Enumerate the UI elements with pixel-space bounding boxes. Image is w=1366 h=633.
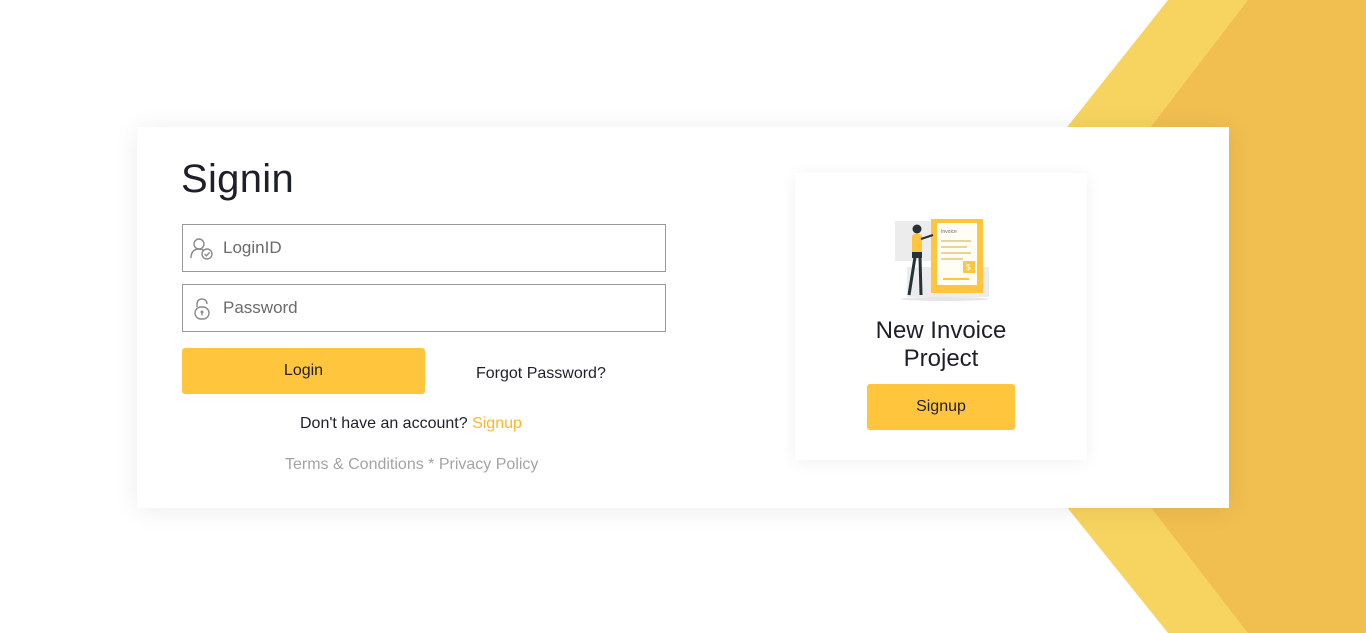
terms-link[interactable]: Terms & Conditions (285, 456, 424, 473)
no-account-prompt: Don't have an account? Signup (300, 415, 522, 433)
login-button[interactable]: Login (182, 348, 425, 394)
signup-link[interactable]: Signup (472, 415, 522, 432)
promo-title-line1: New Invoice (875, 317, 1007, 344)
lock-icon (194, 298, 210, 320)
promo-title: New Invoice Project (795, 317, 1087, 373)
invoice-illustration: Invoice $ (895, 219, 989, 301)
illustration-invoice-label: Invoice (941, 229, 957, 235)
illustration-currency-sign: $ (966, 263, 971, 272)
login-id-input[interactable] (223, 225, 653, 271)
login-id-field[interactable] (182, 224, 666, 272)
password-field[interactable] (182, 284, 666, 332)
promo-card: Invoice $ New Invoice Project Signup (795, 173, 1087, 460)
promo-title-line2: Project (903, 345, 979, 372)
no-account-text: Don't have an account? (300, 415, 473, 432)
password-input[interactable] (223, 285, 653, 331)
page: Signin Login Forgot Password? Don't have… (0, 0, 1366, 633)
legal-links: Terms & Conditions * Privacy Policy (285, 456, 538, 474)
legal-separator: * (423, 456, 439, 473)
user-check-icon (190, 238, 213, 260)
forgot-password-link[interactable]: Forgot Password? (476, 365, 606, 383)
page-title: Signin (181, 157, 294, 201)
signup-button[interactable]: Signup (867, 384, 1015, 430)
privacy-link[interactable]: Privacy Policy (439, 456, 539, 473)
